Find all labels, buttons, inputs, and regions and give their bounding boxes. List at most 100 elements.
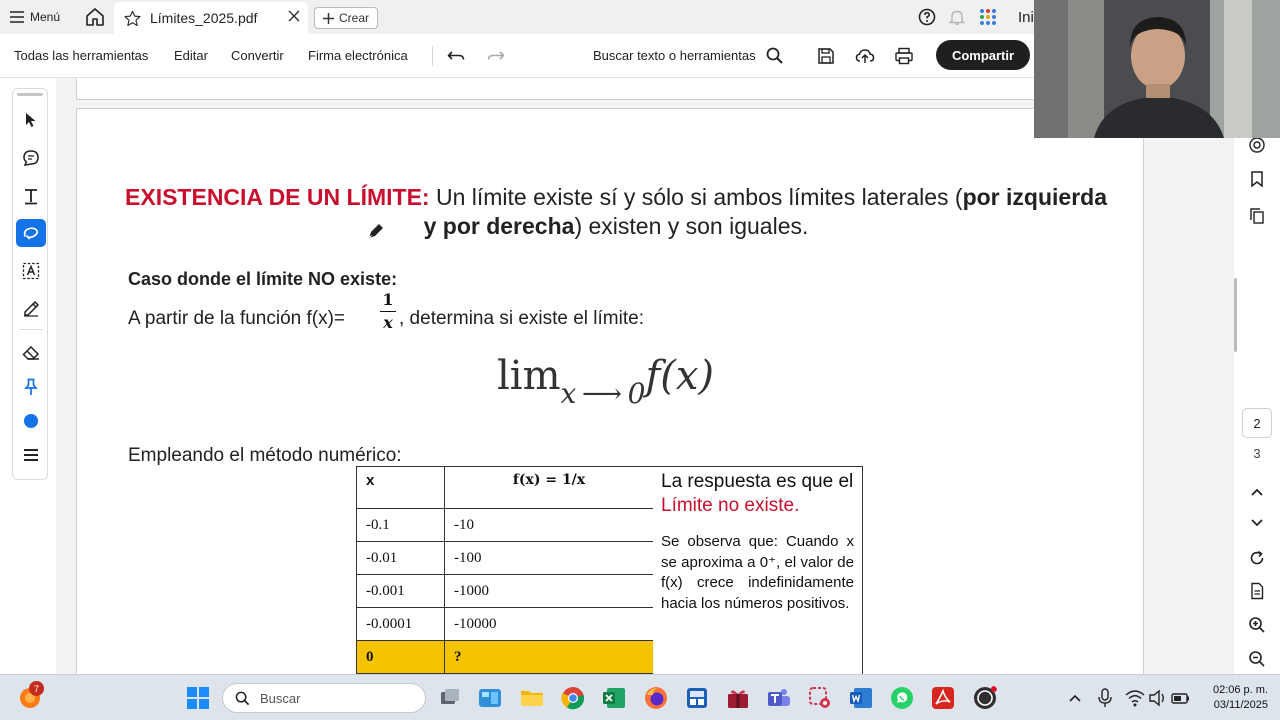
tab-title: Límites_2025.pdf [150, 10, 258, 26]
pdf-page: EXISTENCIA DE UN LÍMITE: Un límite exist… [76, 108, 1144, 674]
menu-label: Menú [30, 10, 61, 24]
pin-tool-button[interactable] [16, 373, 46, 401]
zoom-in-icon[interactable] [1248, 616, 1266, 634]
comment-tool-button[interactable] [16, 144, 46, 172]
edit-menu[interactable]: Editar [174, 48, 208, 63]
menu-button[interactable]: Menú [10, 6, 60, 28]
fill-sign-tool-button[interactable] [16, 294, 46, 322]
bell-icon[interactable] [948, 8, 966, 26]
windows-taskbar: 7 Buscar 02:06 p. m. 03/11/2025 [0, 674, 1280, 720]
color-picker-button[interactable] [16, 407, 46, 435]
stroke-width-button[interactable] [16, 441, 46, 469]
convert-menu[interactable]: Convertir [231, 48, 284, 63]
calculator-app-icon[interactable] [685, 686, 709, 710]
webcam-overlay [1034, 0, 1280, 138]
eraser-icon [22, 345, 40, 360]
table-row-highlighted: 0? [356, 640, 654, 674]
word-icon[interactable] [849, 686, 873, 710]
file-explorer-icon[interactable] [520, 686, 544, 710]
obs-recorder-icon[interactable] [973, 686, 997, 710]
observation-text: Se observa que: Cuando x se aproxima a 0… [661, 533, 854, 612]
tab-document[interactable]: Límites_2025.pdf [114, 2, 308, 34]
table-cell-x: -0.01 [356, 541, 445, 575]
table-cell-x: -0.1 [356, 508, 445, 542]
acrobat-icon[interactable] [931, 686, 955, 710]
chevron-up-icon[interactable] [1248, 483, 1266, 501]
print-icon[interactable] [894, 46, 914, 66]
apps-grid-icon[interactable] [979, 8, 997, 26]
line-weight-icon [24, 449, 38, 461]
function-fraction: 1 x [380, 291, 396, 332]
cursor-arrow-icon [26, 113, 36, 127]
intro-text: A partir de la función f(x)= [128, 308, 346, 329]
whatsapp-icon[interactable] [890, 686, 914, 710]
plus-icon [323, 12, 334, 24]
home-button[interactable] [84, 6, 106, 28]
text-tool-button[interactable] [16, 182, 46, 210]
limit-function: f(x) [645, 353, 715, 399]
sign-in-label[interactable]: Ini [1018, 9, 1034, 26]
help-icon[interactable] [918, 8, 936, 26]
pen-cursor-icon [368, 224, 383, 239]
search-tools-label[interactable]: Buscar texto o herramientas [593, 48, 756, 63]
star-icon[interactable] [124, 10, 141, 27]
cloud-upload-icon[interactable] [855, 46, 875, 66]
widgets-icon[interactable] [478, 686, 502, 710]
page-document-icon[interactable] [1248, 582, 1266, 600]
share-button[interactable]: Compartir [936, 40, 1030, 70]
esign-menu[interactable]: Firma electrónica [308, 48, 408, 63]
ocr-text-tool-button[interactable] [16, 257, 46, 285]
limit-expression: limx ⟶ 0f(x) [497, 353, 715, 410]
chrome-icon[interactable] [561, 686, 585, 710]
chevron-up-icon[interactable] [1066, 689, 1084, 707]
zoom-out-icon[interactable] [1248, 650, 1266, 668]
table-row: -0.0001 -10000 [356, 607, 654, 641]
pen-sign-icon [24, 300, 40, 317]
select-tool-button[interactable] [16, 106, 46, 134]
pages-copy-icon[interactable] [1248, 207, 1266, 225]
volume-icon[interactable] [1148, 689, 1168, 707]
battery-icon[interactable] [1171, 689, 1191, 707]
close-icon[interactable] [288, 10, 300, 22]
fraction-bar [380, 311, 396, 312]
next-page-number[interactable]: 3 [1242, 446, 1272, 461]
wifi-icon[interactable] [1125, 689, 1145, 707]
taskbar-search[interactable]: Buscar [222, 683, 426, 713]
current-page-indicator[interactable]: 2 [1242, 408, 1272, 438]
panel-grip[interactable] [17, 93, 43, 96]
all-tools-menu[interactable]: Todas las herramientas [14, 48, 148, 63]
definition-text-1: Un límite existe sí y sólo si ambos lími… [429, 184, 963, 210]
comments-panel-icon[interactable] [1248, 136, 1266, 154]
table-row: -0.1 -10 [356, 508, 654, 542]
table-cell-fx: -10000 [444, 607, 654, 641]
redo-icon[interactable] [486, 46, 506, 66]
answer-red-text: Límite no existe. [661, 495, 800, 516]
bookmark-icon[interactable] [1248, 170, 1266, 188]
vertical-scrollbar-thumb[interactable] [1234, 278, 1237, 352]
gift-app-icon[interactable] [726, 686, 750, 710]
draw-tool-button[interactable] [16, 219, 46, 247]
task-view-icon[interactable] [438, 686, 462, 710]
excel-icon[interactable] [602, 686, 626, 710]
snipping-tool-icon[interactable] [808, 686, 832, 710]
undo-icon[interactable] [446, 46, 466, 66]
rotate-icon[interactable] [1248, 549, 1266, 567]
create-label: Crear [339, 11, 370, 25]
table-cell-x: 0 [356, 640, 445, 674]
search-icon[interactable] [765, 46, 785, 66]
document-viewport[interactable]: EXISTENCIA DE UN LÍMITE: Un límite exist… [56, 78, 1234, 674]
windows-start-icon[interactable] [186, 686, 210, 710]
home-icon [86, 8, 104, 26]
table-cell-fx: -1000 [444, 574, 654, 608]
notification-badge: 7 [29, 681, 44, 696]
save-icon[interactable] [816, 46, 836, 66]
create-button[interactable]: Crear [314, 7, 379, 29]
system-clock[interactable]: 02:06 p. m. 03/11/2025 [1196, 683, 1268, 713]
chevron-down-icon[interactable] [1248, 514, 1266, 532]
clock-time: 02:06 p. m. [1212, 684, 1268, 696]
microphone-icon[interactable] [1096, 688, 1114, 708]
table-row: -0.01 -100 [356, 541, 654, 575]
eraser-tool-button[interactable] [16, 339, 46, 367]
firefox-icon[interactable] [644, 686, 668, 710]
teams-icon[interactable] [767, 686, 791, 710]
